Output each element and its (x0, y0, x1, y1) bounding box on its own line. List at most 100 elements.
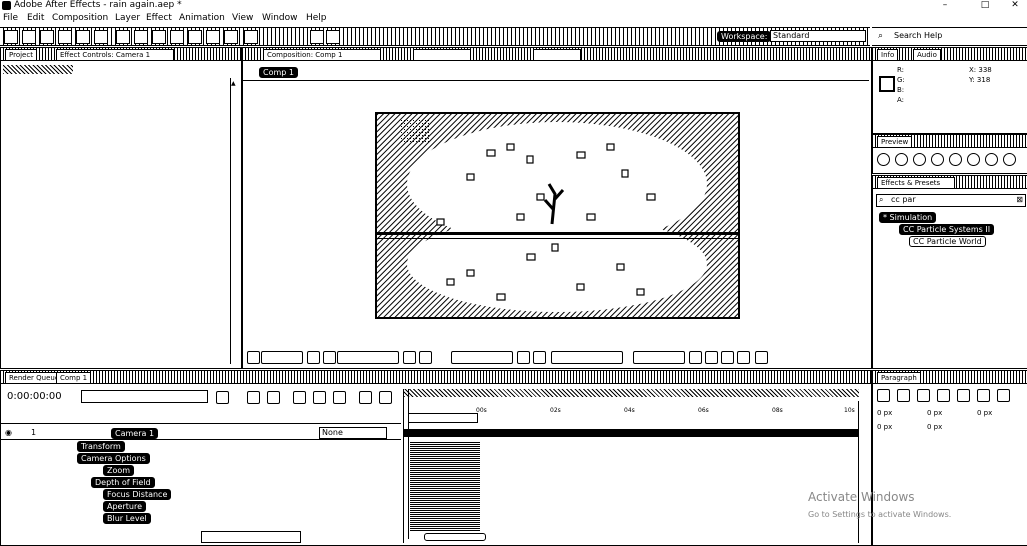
menu-edit[interactable]: Edit (27, 12, 44, 25)
current-timecode[interactable]: 0:00:00:00 (7, 391, 62, 402)
menu-composition[interactable]: Composition (52, 12, 108, 25)
brainstorm-icon[interactable] (333, 391, 346, 404)
timeline-search-input[interactable] (81, 390, 208, 403)
prop-blur-level[interactable]: Blur Level (103, 513, 151, 524)
indent-right-value[interactable]: 0 px (927, 409, 942, 417)
selection-tool-icon[interactable] (4, 30, 18, 44)
hand-tool-icon[interactable] (22, 30, 36, 44)
menu-help[interactable]: Help (306, 12, 327, 25)
motion-blur-icon[interactable] (267, 391, 280, 404)
tab-comp-1[interactable]: Comp 1 (56, 372, 92, 384)
always-preview-icon[interactable] (247, 351, 260, 364)
space-before-value[interactable]: 0 px (877, 423, 892, 431)
align-left-icon[interactable] (877, 389, 890, 402)
roto-brush-tool-icon[interactable] (224, 30, 238, 44)
visibility-eye-icon[interactable]: ◉ (5, 428, 12, 437)
pan-behind-tool-icon[interactable] (94, 30, 108, 44)
grid-icon[interactable] (323, 351, 336, 364)
snapping-icon[interactable] (310, 30, 324, 44)
resolution-dropdown[interactable] (451, 351, 513, 364)
indent-left-value[interactable]: 0 px (877, 409, 892, 417)
flowchart-icon[interactable] (737, 351, 750, 364)
effect-cc-particle-systems[interactable]: CC Particle Systems II (899, 224, 995, 235)
channel-icon[interactable] (419, 351, 432, 364)
region-of-interest-icon[interactable] (517, 351, 530, 364)
hide-layers-icon[interactable] (379, 391, 392, 404)
align-right-icon[interactable] (917, 389, 930, 402)
shy-layers-icon[interactable] (359, 391, 372, 404)
clone-stamp-tool-icon[interactable] (188, 30, 202, 44)
justify-left-icon[interactable] (937, 389, 950, 402)
search-help-input[interactable]: Search Help (894, 31, 942, 40)
zoom-tool-icon[interactable] (40, 30, 54, 44)
tab-layer-viewer[interactable] (413, 49, 471, 61)
tab-paragraph[interactable]: Paragraph (877, 372, 921, 384)
brush-tool-icon[interactable] (170, 30, 184, 44)
safe-zones-icon[interactable] (307, 351, 320, 364)
indent-first-value[interactable]: 0 px (977, 409, 992, 417)
timeline-icon[interactable] (721, 351, 734, 364)
tab-effects-presets[interactable]: Effects & Presets (877, 177, 955, 189)
loop-icon[interactable] (985, 153, 998, 166)
rectangle-tool-icon[interactable] (116, 30, 130, 44)
audio-icon[interactable] (967, 153, 980, 166)
toggle-pixel-aspect-icon[interactable] (689, 351, 702, 364)
tab-effect-controls[interactable]: Effect Controls: Camera 1 (56, 49, 174, 61)
type-tool-icon[interactable] (152, 30, 166, 44)
time-navigator[interactable] (408, 413, 478, 423)
menu-effect[interactable]: Effect (146, 12, 172, 25)
effects-search-field[interactable]: ⌕ cc par ⊠ (876, 194, 1026, 207)
space-after-value[interactable]: 0 px (927, 423, 942, 431)
snapshot-icon[interactable] (403, 351, 416, 364)
timecode-button[interactable] (337, 351, 399, 364)
timeline-scrollbar[interactable] (858, 401, 870, 543)
prop-focus-distance[interactable]: Focus Distance (103, 489, 172, 500)
justify-all-icon[interactable] (997, 389, 1010, 402)
exposure-icon[interactable] (755, 351, 768, 364)
prop-aperture[interactable]: Aperture (103, 501, 147, 512)
next-frame-icon[interactable] (931, 153, 944, 166)
work-area-bar[interactable] (404, 389, 859, 397)
tab-preview[interactable]: Preview (877, 136, 913, 148)
project-scrollbar[interactable]: ▲ (230, 78, 239, 364)
draft-3d-icon[interactable] (247, 391, 260, 404)
parent-dropdown[interactable]: None (319, 427, 387, 439)
justify-center-icon[interactable] (957, 389, 970, 402)
category-simulation[interactable]: * Simulation (879, 212, 937, 223)
frame-blending-icon[interactable] (293, 391, 306, 404)
comp-breadcrumb[interactable]: Comp 1 (259, 67, 298, 78)
workspace-dropdown[interactable]: Standard (770, 30, 866, 42)
zoom-slider[interactable] (424, 533, 486, 541)
comp-mini-flowchart-icon[interactable] (216, 391, 229, 404)
align-center-icon[interactable] (897, 389, 910, 402)
first-frame-icon[interactable] (877, 153, 890, 166)
3d-view-dropdown[interactable] (551, 351, 623, 364)
toggle-switches-modes[interactable] (201, 531, 301, 543)
tab-info[interactable]: Info (877, 49, 899, 61)
puppet-tool-icon[interactable] (244, 30, 258, 44)
prop-transform[interactable]: Transform (77, 441, 125, 452)
effect-cc-particle-world[interactable]: CC Particle World (909, 236, 986, 247)
menu-file[interactable]: File (3, 12, 18, 25)
tab-project[interactable]: Project (5, 49, 37, 61)
tab-render-queue[interactable]: Render Queue (5, 372, 64, 384)
current-time-indicator[interactable] (408, 389, 409, 539)
pen-tool-icon[interactable] (134, 30, 148, 44)
transparency-grid-icon[interactable] (533, 351, 546, 364)
ram-preview-icon[interactable] (1003, 153, 1016, 166)
prop-depth-of-field[interactable]: Depth of Field (91, 477, 155, 488)
close-button[interactable]: ✕ (1005, 0, 1025, 10)
tab-composition[interactable]: Composition: Comp 1 (263, 49, 381, 61)
layer-name[interactable]: Camera 1 (111, 428, 159, 439)
clear-search-icon[interactable]: ⊠ (1016, 195, 1023, 204)
rotate-tool-icon[interactable] (58, 30, 72, 44)
minimize-button[interactable]: – (935, 0, 955, 10)
layer-duration-bar[interactable] (404, 429, 859, 437)
tab-audio[interactable]: Audio (913, 49, 941, 61)
previous-frame-icon[interactable] (895, 153, 908, 166)
align-icon[interactable] (326, 30, 340, 44)
justify-right-icon[interactable] (977, 389, 990, 402)
eraser-tool-icon[interactable] (206, 30, 220, 44)
camera-tool-icon[interactable] (76, 30, 90, 44)
prop-zoom[interactable]: Zoom (103, 465, 135, 476)
